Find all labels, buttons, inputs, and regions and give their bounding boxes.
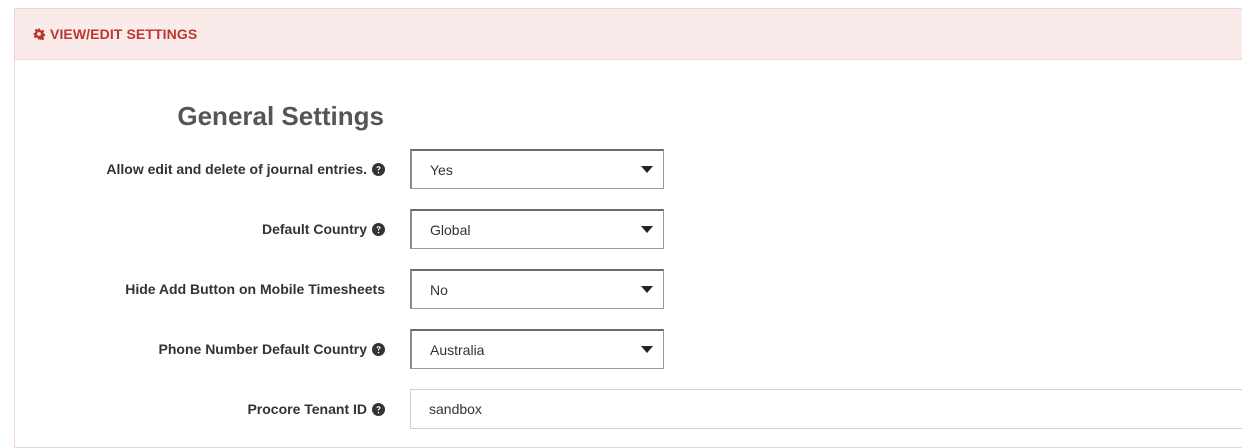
setting-label: Procore Tenant ID [247, 389, 385, 429]
phone-default-country-select[interactable]: Australia [410, 329, 664, 369]
question-circle-icon[interactable] [372, 342, 385, 356]
setting-row-allow-edit-delete: Allow edit and delete of journal entries… [15, 149, 1242, 189]
setting-label: Allow edit and delete of journal entries… [106, 149, 385, 189]
settings-panel: VIEW/EDIT SETTINGS General Settings Allo… [14, 8, 1242, 448]
procore-tenant-id-input[interactable] [410, 389, 1242, 429]
question-circle-icon[interactable] [372, 402, 385, 416]
setting-label: Phone Number Default Country [159, 329, 385, 369]
setting-label-text: Allow edit and delete of journal entries… [106, 161, 367, 177]
setting-label: Default Country [262, 209, 385, 249]
setting-label: Hide Add Button on Mobile Timesheets [125, 269, 385, 309]
section-title: General Settings [177, 101, 384, 131]
select-value: No [430, 281, 448, 298]
caret-down-icon [641, 346, 653, 353]
panel-heading-text: VIEW/EDIT SETTINGS [50, 26, 198, 42]
select-value: Australia [430, 341, 485, 358]
setting-row-procore-tenant-id: Procore Tenant ID [15, 389, 1242, 429]
setting-label-text: Hide Add Button on Mobile Timesheets [125, 281, 385, 297]
panel-heading: VIEW/EDIT SETTINGS [15, 9, 1242, 60]
setting-row-phone-default-country: Phone Number Default Country Australia [15, 329, 1242, 369]
default-country-select[interactable]: Global [410, 209, 664, 249]
caret-down-icon [641, 166, 653, 173]
setting-row-default-country: Default Country Global [15, 209, 1242, 249]
setting-label-text: Phone Number Default Country [158, 341, 367, 357]
hide-add-button-select[interactable]: No [410, 269, 664, 309]
select-value: Yes [430, 161, 453, 178]
setting-label-text: Default Country [262, 221, 367, 237]
setting-label-text: Procore Tenant ID [247, 401, 367, 417]
caret-down-icon [641, 286, 653, 293]
gear-icon [33, 28, 45, 40]
setting-row-hide-add-button: Hide Add Button on Mobile Timesheets No [15, 269, 1242, 309]
question-circle-icon[interactable] [372, 222, 385, 236]
allow-edit-delete-select[interactable]: Yes [410, 149, 664, 189]
question-circle-icon[interactable] [372, 162, 385, 176]
select-value: Global [430, 221, 471, 238]
caret-down-icon [641, 226, 653, 233]
